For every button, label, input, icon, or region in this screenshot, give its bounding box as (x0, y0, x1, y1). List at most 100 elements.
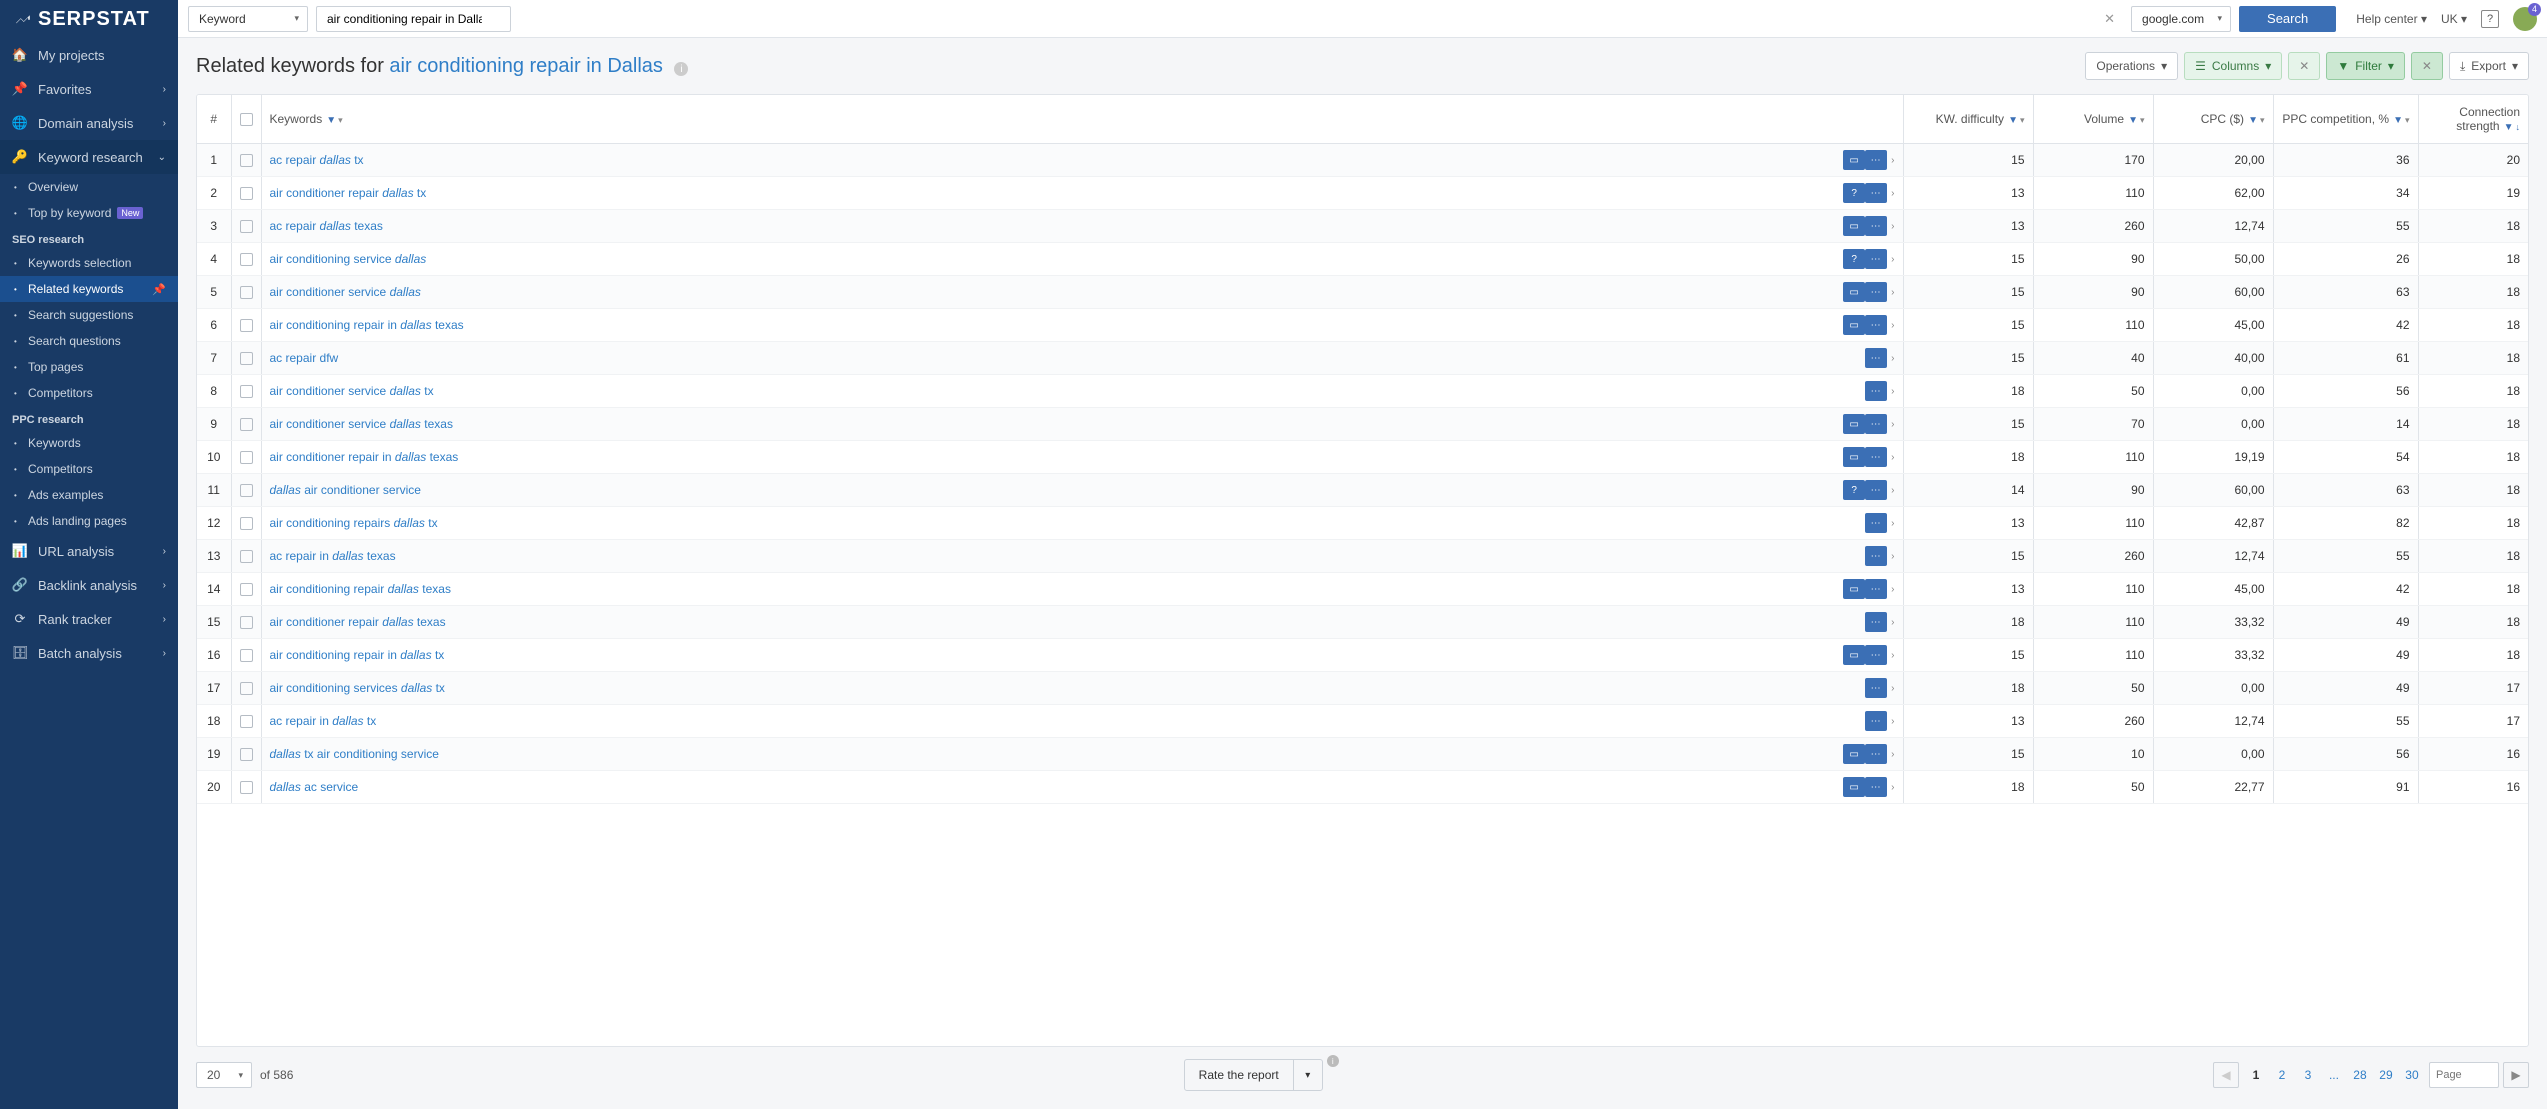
keyword-link[interactable]: air conditioning repair in dallas texas (270, 318, 464, 332)
operations-button[interactable]: Operations ▾ (2085, 52, 2178, 80)
columns-reset-button[interactable]: ✕ (2288, 52, 2320, 80)
cell-check[interactable] (231, 408, 261, 441)
more-icon[interactable]: ⋯ (1865, 315, 1887, 335)
checkbox[interactable] (240, 484, 253, 497)
sort-icon[interactable]: ▾ (338, 115, 343, 125)
checkbox[interactable] (240, 715, 253, 728)
more-icon[interactable]: ⋯ (1865, 744, 1887, 764)
nav-keyword-research[interactable]: 🔑Keyword research⌄ (0, 140, 178, 174)
keyword-link[interactable]: dallas ac service (270, 780, 359, 794)
checkbox[interactable] (240, 385, 253, 398)
nav-keywords-ppc[interactable]: Keywords (0, 430, 178, 456)
keyword-link[interactable]: air conditioning repairs dallas tx (270, 516, 438, 530)
more-icon[interactable]: ⋯ (1865, 711, 1887, 731)
nav-keywords-selection[interactable]: Keywords selection (0, 250, 178, 276)
checkbox[interactable] (240, 253, 253, 266)
filter-icon[interactable]: ▼ (2008, 115, 2018, 126)
checkbox[interactable] (240, 352, 253, 365)
expand-icon[interactable]: › (1891, 551, 1894, 562)
expand-icon[interactable]: › (1891, 155, 1894, 166)
avatar[interactable]: 4 (2513, 7, 2537, 31)
expand-icon[interactable]: › (1891, 419, 1894, 430)
nav-search-questions[interactable]: Search questions (0, 328, 178, 354)
serp-features-icon[interactable]: ▭ (1843, 777, 1865, 797)
expand-icon[interactable]: › (1891, 221, 1894, 232)
columns-button[interactable]: ☰Columns ▾ (2184, 52, 2282, 80)
more-icon[interactable]: ⋯ (1865, 249, 1887, 269)
nav-batch-analysis[interactable]: 🗄Batch analysis› (0, 636, 178, 670)
more-icon[interactable]: ⋯ (1865, 612, 1887, 632)
keyword-link[interactable]: ac repair in dallas texas (270, 549, 396, 563)
help-center-link[interactable]: Help center ▾ (2356, 12, 2427, 26)
checkbox[interactable] (240, 319, 253, 332)
nav-competitors-ppc[interactable]: Competitors (0, 456, 178, 482)
more-icon[interactable]: ⋯ (1865, 777, 1887, 797)
page-number[interactable]: 28 (2347, 1062, 2373, 1088)
keyword-link[interactable]: air conditioner repair in dallas texas (270, 450, 459, 464)
filter-button[interactable]: ▼Filter ▾ (2326, 52, 2405, 80)
locale-select[interactable]: UK ▾ (2441, 12, 2467, 26)
nav-search-suggestions[interactable]: Search suggestions (0, 302, 178, 328)
sort-icon[interactable]: ▾ (2020, 115, 2025, 125)
info-icon[interactable]: i (674, 62, 688, 76)
keyword-link[interactable]: air conditioner service dallas texas (270, 417, 453, 431)
nav-competitors-seo[interactable]: Competitors (0, 380, 178, 406)
more-icon[interactable]: ⋯ (1865, 513, 1887, 533)
nav-ads-examples[interactable]: Ads examples (0, 482, 178, 508)
question-icon[interactable]: ? (1843, 480, 1865, 500)
keyword-link[interactable]: dallas tx air conditioning service (270, 747, 439, 761)
nav-domain-analysis[interactable]: 🌐Domain analysis› (0, 106, 178, 140)
cell-check[interactable] (231, 606, 261, 639)
serp-features-icon[interactable]: ▭ (1843, 282, 1865, 302)
filter-icon[interactable]: ▼ (2128, 115, 2138, 126)
keyword-link[interactable]: air conditioning service dallas (270, 252, 427, 266)
keyword-link[interactable]: air conditioner service dallas tx (270, 384, 434, 398)
more-icon[interactable]: ⋯ (1865, 678, 1887, 698)
cell-check[interactable] (231, 243, 261, 276)
keyword-link[interactable]: air conditioner repair dallas tx (270, 186, 427, 200)
expand-icon[interactable]: › (1891, 485, 1894, 496)
page-next[interactable]: ▶ (2503, 1062, 2529, 1088)
nav-overview[interactable]: Overview (0, 174, 178, 200)
cell-check[interactable] (231, 342, 261, 375)
cell-check[interactable] (231, 474, 261, 507)
col-header-volume[interactable]: Volume▼▾ (2033, 95, 2153, 144)
keyword-link[interactable]: dallas air conditioner service (270, 483, 421, 497)
more-icon[interactable]: ⋯ (1865, 183, 1887, 203)
filter-icon[interactable]: ▼ (326, 115, 336, 126)
question-icon[interactable]: ? (1843, 249, 1865, 269)
more-icon[interactable]: ⋯ (1865, 480, 1887, 500)
nav-top-by-keyword[interactable]: Top by keywordNew (0, 200, 178, 226)
checkbox[interactable] (240, 649, 253, 662)
page-number[interactable]: 30 (2399, 1062, 2425, 1088)
more-icon[interactable]: ⋯ (1865, 546, 1887, 566)
keyword-link[interactable]: ac repair dfw (270, 351, 339, 365)
serp-features-icon[interactable]: ▭ (1843, 744, 1865, 764)
search-button[interactable]: Search (2239, 6, 2336, 32)
col-header-conn[interactable]: Connection strength▼↓ (2418, 95, 2528, 144)
expand-icon[interactable]: › (1891, 320, 1894, 331)
keyword-link[interactable]: air conditioner service dallas (270, 285, 421, 299)
sort-icon[interactable]: ▾ (2405, 115, 2410, 125)
nav-related-keywords[interactable]: Related keywords📌 (0, 276, 178, 302)
checkbox[interactable] (240, 517, 253, 530)
page-input[interactable] (2429, 1062, 2499, 1088)
checkbox[interactable] (240, 113, 253, 126)
checkbox[interactable] (240, 781, 253, 794)
nav-url-analysis[interactable]: 📊URL analysis› (0, 534, 178, 568)
expand-icon[interactable]: › (1891, 716, 1894, 727)
filter-icon[interactable]: ▼ (2504, 122, 2514, 133)
nav-my-projects[interactable]: 🏠My projects (0, 38, 178, 72)
nav-top-pages[interactable]: Top pages (0, 354, 178, 380)
keyword-link[interactable]: ac repair in dallas tx (270, 714, 377, 728)
keyword-link[interactable]: ac repair dallas tx (270, 153, 364, 167)
filter-icon[interactable]: ▼ (2248, 115, 2258, 126)
cell-check[interactable] (231, 738, 261, 771)
cell-check[interactable] (231, 177, 261, 210)
cell-check[interactable] (231, 309, 261, 342)
cell-check[interactable] (231, 507, 261, 540)
export-button[interactable]: ⤓Export ▾ (2449, 52, 2529, 80)
cell-check[interactable] (231, 276, 261, 309)
expand-icon[interactable]: › (1891, 452, 1894, 463)
serp-features-icon[interactable]: ▭ (1843, 150, 1865, 170)
